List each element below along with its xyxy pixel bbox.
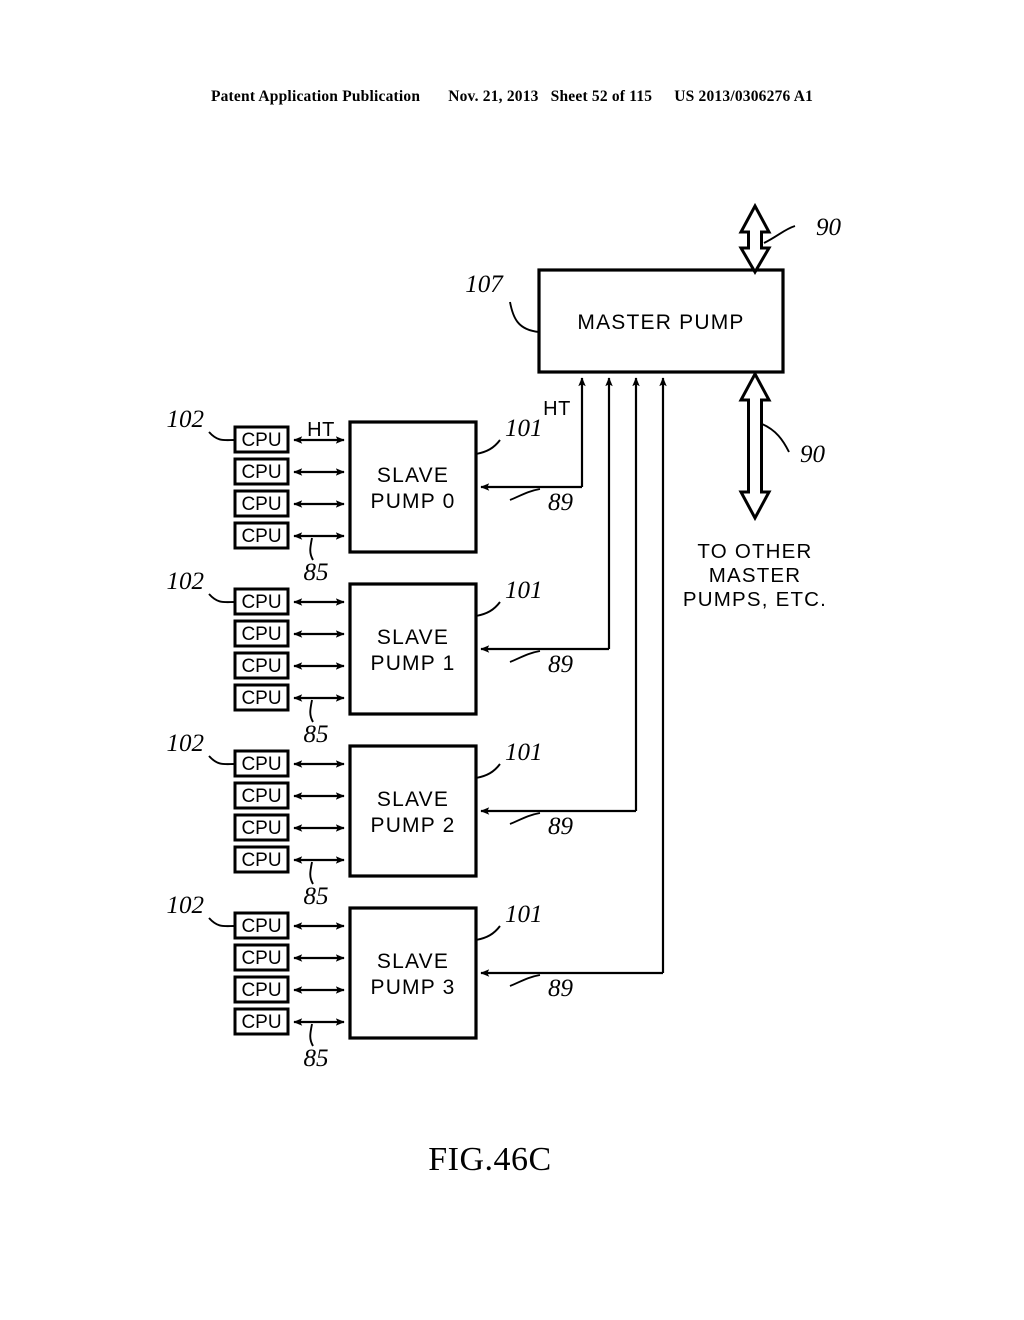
slave-pump-2-label-line2: PUMP 2	[370, 814, 455, 837]
cpu-label: CPU	[241, 850, 281, 871]
cpu-box-3-2[interactable]: CPU	[233, 975, 290, 1004]
cpu-box-2-0[interactable]: CPU	[233, 749, 290, 778]
ref-85-label-3: 85	[304, 1045, 329, 1072]
ref-90-bottom-label: 90	[800, 441, 826, 468]
cpu-label: CPU	[241, 688, 281, 709]
ref-90-top-label: 90	[816, 214, 842, 241]
ref-89-label-0: 89	[548, 489, 574, 516]
ref-101-label-3: 101	[505, 901, 543, 928]
cpu-label: CPU	[241, 916, 281, 937]
slave-pump-0-label-line1: SLAVE	[377, 464, 449, 487]
ref-101-label-1: 101	[505, 577, 543, 604]
cpu-box-1-0[interactable]: CPU	[233, 587, 290, 616]
slave-pump-0-block[interactable]: SLAVE PUMP 0	[348, 420, 478, 554]
slave-group-3: SLAVE PUMP 3 101 102 CPU CPU CPU CPU 85	[167, 892, 543, 1072]
master-pump-label: MASTER PUMP	[577, 311, 744, 334]
ref-101-leader-3: 101	[475, 901, 543, 941]
cpu-label: CPU	[241, 592, 281, 613]
slave-pump-0-label-line2: PUMP 0	[370, 490, 455, 513]
ref-85-leader-1: 85	[304, 699, 329, 748]
slave-pump-3-label-line2: PUMP 3	[370, 976, 455, 999]
cpu-label: CPU	[241, 656, 281, 677]
ref-85-leader-2: 85	[304, 861, 329, 910]
cpu-label: CPU	[241, 948, 281, 969]
cpu-box-2-3[interactable]: CPU	[233, 845, 290, 874]
cpu-label: CPU	[241, 526, 281, 547]
ref-102-leader-2: 102	[167, 730, 236, 766]
ref-102-leader-1: 102	[167, 568, 236, 604]
slave-pump-3-block[interactable]: SLAVE PUMP 3	[348, 906, 478, 1040]
figure-46c-drawing: MASTER PUMP 107 90 90 TO OTHER MASTER PU…	[167, 202, 842, 1178]
slave-group-2: SLAVE PUMP 2 101 102 CPU CPU CPU CPU 85	[167, 730, 543, 910]
cpu-label: CPU	[241, 818, 281, 839]
ht-label-master-bus: HT	[543, 398, 571, 420]
cpu-box-1-1[interactable]: CPU	[233, 619, 290, 648]
slave-group-0: SLAVE PUMP 0 101 102 CPU CPU CPU CPU HT …	[167, 406, 543, 586]
feedback-line-group-2: 89	[480, 377, 640, 840]
ref-102-label-0: 102	[167, 406, 205, 433]
cpu-label: CPU	[241, 624, 281, 645]
cpu-box-2-1[interactable]: CPU	[233, 781, 290, 810]
cpu-box-1-2[interactable]: CPU	[233, 651, 290, 680]
cpu-box-3-3[interactable]: CPU	[233, 1007, 290, 1036]
ref-85-leader-0: 85	[304, 537, 329, 586]
bottom-external-link-arrow: 90 TO OTHER MASTER PUMPS, ETC.	[683, 370, 827, 611]
ref-102-leader-0: 102	[167, 406, 236, 442]
patent-sheet: Patent Application Publication Nov. 21, 2…	[0, 0, 1024, 1320]
ref-101-leader-0: 101	[475, 415, 543, 455]
cpu-box-2-2[interactable]: CPU	[233, 813, 290, 842]
cpu-label: CPU	[241, 430, 281, 451]
cpu-label: CPU	[241, 494, 281, 515]
ref-102-label-1: 102	[167, 568, 205, 595]
other-master-pumps-line3: PUMPS, ETC.	[683, 588, 827, 611]
cpu-label: CPU	[241, 462, 281, 483]
cpu-label: CPU	[241, 1012, 281, 1033]
ref-89-label-3: 89	[548, 975, 574, 1002]
ref-107-label: 107	[465, 271, 504, 298]
cpu-box-0-1[interactable]: CPU	[233, 457, 290, 486]
ref-89-label-1: 89	[548, 651, 574, 678]
ref-89-label-2: 89	[548, 813, 574, 840]
cpu-box-3-0[interactable]: CPU	[233, 911, 290, 940]
cpu-box-0-3[interactable]: CPU	[233, 521, 290, 550]
cpu-box-0-0[interactable]: CPU	[233, 425, 290, 454]
slave-group-1: SLAVE PUMP 1 101 102 CPU CPU CPU CPU 85	[167, 568, 543, 748]
ref-85-label-0: 85	[304, 559, 329, 586]
ref-107-leader: 107	[465, 271, 540, 333]
cpu-box-0-2[interactable]: CPU	[233, 489, 290, 518]
ref-101-label-2: 101	[505, 739, 543, 766]
cpu-box-3-1[interactable]: CPU	[233, 943, 290, 972]
other-master-pumps-line2: MASTER	[709, 564, 802, 587]
ref-102-label-3: 102	[167, 892, 205, 919]
slave-pump-1-label-line1: SLAVE	[377, 626, 449, 649]
feedback-line-group-1: 89	[480, 377, 613, 678]
cpu-label: CPU	[241, 754, 281, 775]
top-external-link-arrow: 90	[738, 202, 842, 275]
other-master-pumps-line1: TO OTHER	[697, 540, 812, 563]
ref-101-leader-2: 101	[475, 739, 543, 779]
ref-85-label-1: 85	[304, 721, 329, 748]
ref-85-label-2: 85	[304, 883, 329, 910]
ref-102-leader-3: 102	[167, 892, 236, 928]
ref-101-label-0: 101	[505, 415, 543, 442]
slave-pump-1-block[interactable]: SLAVE PUMP 1	[348, 582, 478, 716]
slave-pump-1-label-line2: PUMP 1	[370, 652, 455, 675]
master-pump-block[interactable]: MASTER PUMP	[537, 268, 785, 374]
figure-caption: FIG.46C	[428, 1141, 551, 1178]
cpu-label: CPU	[241, 980, 281, 1001]
cpu-label: CPU	[241, 786, 281, 807]
slave-pump-2-block[interactable]: SLAVE PUMP 2	[348, 744, 478, 878]
ht-label-slave-bus: HT	[307, 419, 335, 441]
cpu-box-1-3[interactable]: CPU	[233, 683, 290, 712]
ref-101-leader-1: 101	[475, 577, 543, 617]
ref-85-leader-3: 85	[304, 1023, 329, 1072]
ref-102-label-2: 102	[167, 730, 205, 757]
slave-pump-3-label-line1: SLAVE	[377, 950, 449, 973]
slave-pump-2-label-line1: SLAVE	[377, 788, 449, 811]
